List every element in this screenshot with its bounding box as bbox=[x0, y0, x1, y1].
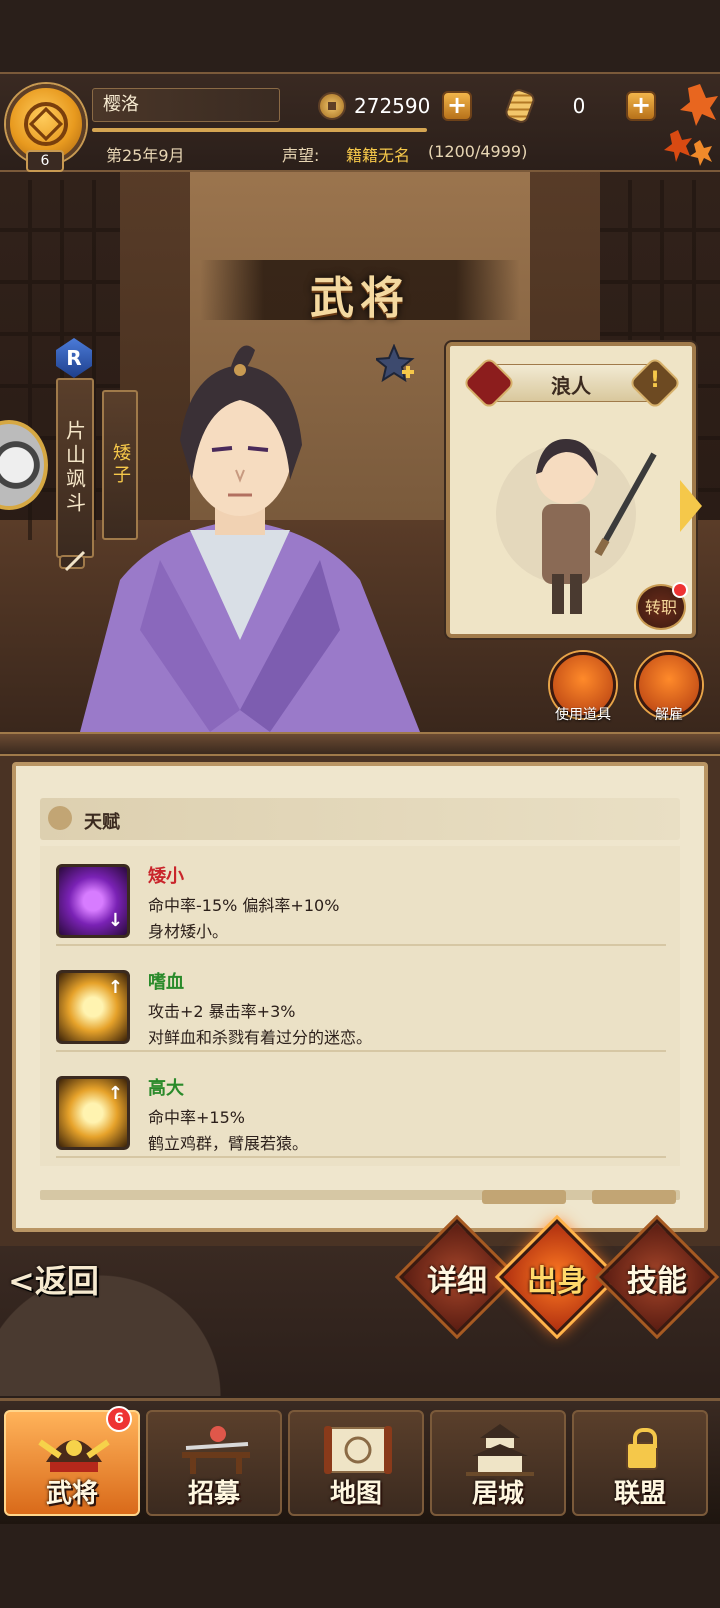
talent-debuff-icon[interactable]: ↓ bbox=[56, 864, 130, 938]
reputation-label: 声望: bbox=[282, 146, 320, 165]
talent-row: ↑ 嗜血 攻击+2 暴击率+3% 对鲜血和杀戮有着过分的迷恋。 bbox=[56, 956, 666, 1052]
talent-description: 对鲜血和杀戮有着过分的迷恋。 bbox=[148, 1028, 373, 1047]
roll-amount: 0 bbox=[572, 94, 586, 118]
talent-section-icon bbox=[48, 806, 72, 830]
next-hero-arrow[interactable] bbox=[680, 480, 702, 532]
nav-badge-count: 6 bbox=[106, 1406, 132, 1432]
dismiss-label: 解雇 bbox=[655, 707, 683, 723]
nav-tab-recruit[interactable]: 招募 bbox=[146, 1410, 282, 1516]
talent-stats: 命中率-15% 偏斜率+10% bbox=[148, 896, 340, 915]
section-divider bbox=[0, 732, 720, 756]
panel-tab-stub bbox=[482, 1190, 566, 1204]
add-coins-button[interactable]: + bbox=[442, 91, 472, 121]
hero-portrait bbox=[80, 345, 420, 732]
nav-tab-label: 招募 bbox=[187, 1479, 240, 1509]
talent-stats: 命中率+15% bbox=[148, 1108, 245, 1127]
page-title: 武将 bbox=[310, 273, 410, 324]
reputation-title: 籍籍无名 bbox=[346, 146, 411, 165]
gold-roll-icon bbox=[503, 86, 537, 126]
coin-icon bbox=[318, 92, 346, 120]
detail-tab-label: 详细 bbox=[427, 1264, 487, 1299]
origin-tab-label: 出身 bbox=[527, 1264, 587, 1299]
nav-tab-map[interactable]: 地图 bbox=[288, 1410, 424, 1516]
talent-name: 高大 bbox=[148, 1078, 184, 1099]
use-item-label: 使用道具 bbox=[555, 707, 611, 723]
scrollbar-track[interactable] bbox=[40, 1190, 680, 1200]
nav-tab-alliance[interactable]: 联盟 bbox=[572, 1410, 708, 1516]
talent-header-bar bbox=[40, 798, 680, 840]
talent-description: 鹤立鸡群，臂展若猿。 bbox=[148, 1134, 309, 1153]
talent-row: ↑ 高大 命中率+15% 鹤立鸡群，臂展若猿。 bbox=[56, 1062, 666, 1158]
maple-leaves-decoration bbox=[664, 84, 718, 166]
nav-tab-generals[interactable]: 武将 6 bbox=[4, 1406, 140, 1516]
experience-bar bbox=[92, 128, 427, 132]
player-level-badge: 6 bbox=[26, 150, 64, 172]
notification-dot bbox=[672, 582, 688, 598]
bottom-safe-area bbox=[0, 1524, 720, 1608]
katana-rack-icon bbox=[182, 1426, 250, 1474]
talent-stats: 攻击+2 暴击率+3% bbox=[148, 1002, 296, 1021]
add-rolls-button[interactable]: + bbox=[626, 91, 656, 121]
nav-tab-label: 地图 bbox=[329, 1479, 382, 1509]
castle-icon bbox=[466, 1424, 534, 1476]
talent-name: 嗜血 bbox=[148, 972, 184, 993]
coin-currency: 272590 + bbox=[318, 90, 472, 122]
talent-name: 矮小 bbox=[148, 866, 184, 887]
talent-description: 身材矮小。 bbox=[148, 922, 229, 941]
exclamation-icon: ! bbox=[649, 368, 661, 393]
reputation-progress: (1200/4999) bbox=[428, 142, 528, 161]
talent-section-title: 天赋 bbox=[84, 812, 120, 833]
scroll-map-icon bbox=[324, 1426, 392, 1474]
star-upgrade-icon[interactable] bbox=[376, 344, 416, 384]
nav-tab-label: 居城 bbox=[471, 1479, 524, 1509]
roll-currency: 0 + bbox=[503, 86, 656, 126]
talent-buff-icon[interactable]: ↑ bbox=[56, 970, 130, 1044]
nav-tab-label: 联盟 bbox=[613, 1479, 666, 1509]
nav-tab-castle[interactable]: 居城 bbox=[430, 1410, 566, 1516]
panel-tab-stub bbox=[592, 1190, 676, 1204]
game-date: 第25年9月 bbox=[106, 146, 185, 165]
samurai-helmet-icon bbox=[38, 1439, 110, 1472]
nav-tab-label: 武将 bbox=[45, 1479, 98, 1509]
talent-buff-icon[interactable]: ↑ bbox=[56, 1076, 130, 1150]
talent-row: ↓ 矮小 命中率-15% 偏斜率+10% 身材矮小。 bbox=[56, 850, 666, 946]
skills-tab-label: 技能 bbox=[627, 1264, 687, 1299]
class-chibi-figure bbox=[496, 439, 657, 614]
back-button[interactable]: <返回 bbox=[8, 1256, 99, 1302]
coin-amount: 272590 bbox=[354, 94, 431, 118]
lock-icon bbox=[626, 1428, 658, 1470]
player-name: 樱洛 bbox=[92, 88, 280, 122]
